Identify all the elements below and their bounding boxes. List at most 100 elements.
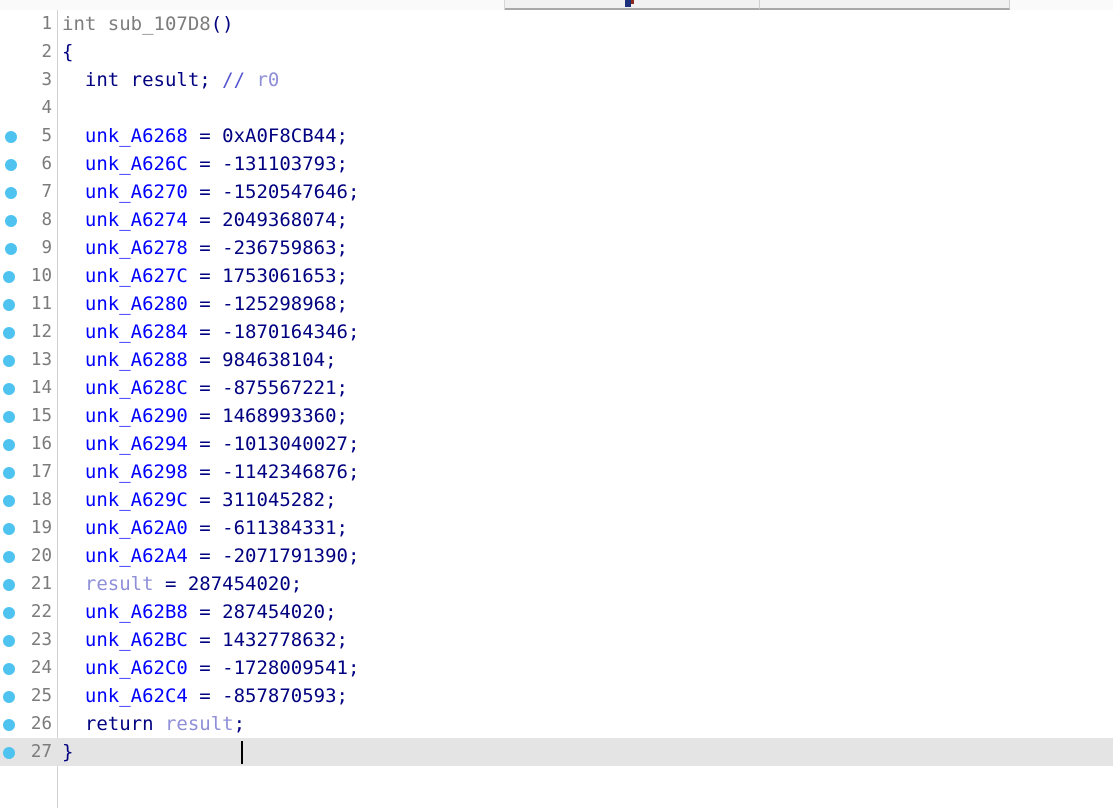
toolbar-panel-center[interactable] bbox=[505, 0, 760, 10]
code-token: = -1142346876; bbox=[188, 461, 360, 483]
code-line-row[interactable]: 26 return result; bbox=[0, 710, 1113, 738]
code-line-row[interactable]: 18 unk_A629C = 311045282; bbox=[0, 486, 1113, 514]
code-line-row[interactable]: 20 unk_A62A4 = -2071791390; bbox=[0, 542, 1113, 570]
code-line-text: unk_A6288 = 984638104; bbox=[62, 346, 337, 374]
toolbar-panel-left[interactable] bbox=[0, 0, 505, 10]
code-line-row[interactable]: 7 unk_A6270 = -1520547646; bbox=[0, 178, 1113, 206]
code-token: r0 bbox=[256, 69, 279, 91]
code-token: int sub_107D8 bbox=[62, 13, 211, 35]
code-line-text: unk_A62C4 = -857870593; bbox=[62, 682, 348, 710]
code-line-text: unk_A62C0 = -1728009541; bbox=[62, 654, 359, 682]
code-line-row[interactable]: 13 unk_A6288 = 984638104; bbox=[0, 346, 1113, 374]
line-number: 20 bbox=[0, 542, 52, 570]
code-token: unk_A6294 bbox=[85, 433, 188, 455]
code-line-row[interactable]: 23 unk_A62BC = 1432778632; bbox=[0, 626, 1113, 654]
code-token: = -236759863; bbox=[188, 237, 348, 259]
code-line-row[interactable]: 10 unk_A627C = 1753061653; bbox=[0, 262, 1113, 290]
code-line-row[interactable]: 17 unk_A6298 = -1142346876; bbox=[0, 458, 1113, 486]
line-number: 27 bbox=[0, 738, 52, 766]
code-token bbox=[62, 489, 85, 511]
code-token: { bbox=[62, 41, 73, 63]
code-token: = -1013040027; bbox=[188, 433, 360, 455]
code-line-row[interactable]: 27} bbox=[0, 738, 1113, 766]
code-line-row[interactable]: 22 unk_A62B8 = 287454020; bbox=[0, 598, 1113, 626]
code-line-row[interactable]: 21 result = 287454020; bbox=[0, 570, 1113, 598]
code-token: = -1520547646; bbox=[188, 181, 360, 203]
code-line-row[interactable]: 25 unk_A62C4 = -857870593; bbox=[0, 682, 1113, 710]
code-line-row[interactable]: 16 unk_A6294 = -1013040027; bbox=[0, 430, 1113, 458]
code-token: = 287454020; bbox=[154, 573, 303, 595]
line-number: 8 bbox=[0, 206, 52, 234]
toolbar-indicator-accent-icon bbox=[631, 0, 634, 4]
code-token: unk_A62C0 bbox=[85, 657, 188, 679]
code-line-row[interactable]: 6 unk_A626C = -131103793; bbox=[0, 150, 1113, 178]
code-token bbox=[62, 629, 85, 651]
code-token: int result; bbox=[62, 69, 222, 91]
code-token bbox=[62, 153, 85, 175]
line-number: 4 bbox=[0, 94, 52, 122]
code-token: unk_A6280 bbox=[85, 293, 188, 315]
line-number: 23 bbox=[0, 626, 52, 654]
code-token: = -2071791390; bbox=[188, 545, 360, 567]
code-line-row[interactable]: 3 int result; // r0 bbox=[0, 66, 1113, 94]
code-token bbox=[62, 125, 85, 147]
code-line-text: unk_A626C = -131103793; bbox=[62, 150, 348, 178]
code-line-text: unk_A6284 = -1870164346; bbox=[62, 318, 359, 346]
code-line-row[interactable]: 2{ bbox=[0, 38, 1113, 66]
code-token: = 287454020; bbox=[188, 601, 337, 623]
line-number: 15 bbox=[0, 402, 52, 430]
code-token bbox=[62, 573, 85, 595]
code-line-row[interactable]: 14 unk_A628C = -875567221; bbox=[0, 374, 1113, 402]
line-number: 18 bbox=[0, 486, 52, 514]
code-token: unk_A6290 bbox=[85, 405, 188, 427]
line-number: 5 bbox=[0, 122, 52, 150]
code-token: unk_A6278 bbox=[85, 237, 188, 259]
code-line-row[interactable]: 1 int sub_107D8() bbox=[0, 10, 1113, 38]
code-token: = 2049368074; bbox=[188, 209, 348, 231]
text-caret bbox=[241, 741, 243, 764]
line-number: 12 bbox=[0, 318, 52, 346]
line-number: 21 bbox=[0, 570, 52, 598]
code-token: = 1468993360; bbox=[188, 405, 348, 427]
code-token bbox=[62, 405, 85, 427]
pseudocode-editor[interactable]: 1 int sub_107D8()2{3 int result; // r045 … bbox=[0, 10, 1113, 808]
code-line-text: int sub_107D8() bbox=[62, 10, 234, 38]
code-token: unk_A628C bbox=[85, 377, 188, 399]
code-token bbox=[62, 657, 85, 679]
code-line-row[interactable]: 11 unk_A6280 = -125298968; bbox=[0, 290, 1113, 318]
code-token: = -1870164346; bbox=[188, 321, 360, 343]
code-line-text: unk_A6290 = 1468993360; bbox=[62, 402, 348, 430]
code-token: unk_A6284 bbox=[85, 321, 188, 343]
code-token: unk_A629C bbox=[85, 489, 188, 511]
code-line-row[interactable]: 5 unk_A6268 = 0xA0F8CB44; bbox=[0, 122, 1113, 150]
code-line-row[interactable]: 8 unk_A6274 = 2049368074; bbox=[0, 206, 1113, 234]
code-line-row[interactable]: 9 unk_A6278 = -236759863; bbox=[0, 234, 1113, 262]
code-line-list: 1 int sub_107D8()2{3 int result; // r045 … bbox=[0, 10, 1113, 766]
line-number: 11 bbox=[0, 290, 52, 318]
code-token: = -857870593; bbox=[188, 685, 348, 707]
code-token bbox=[62, 181, 85, 203]
code-token bbox=[62, 237, 85, 259]
code-token: = 0xA0F8CB44; bbox=[188, 125, 348, 147]
line-number: 19 bbox=[0, 514, 52, 542]
code-line-row[interactable]: 12 unk_A6284 = -1870164346; bbox=[0, 318, 1113, 346]
line-number: 1 bbox=[0, 10, 52, 38]
toolbar-panel-right[interactable] bbox=[760, 0, 1010, 10]
code-token bbox=[62, 321, 85, 343]
code-token bbox=[62, 685, 85, 707]
code-line-row[interactable]: 24 unk_A62C0 = -1728009541; bbox=[0, 654, 1113, 682]
code-token: = 1432778632; bbox=[188, 629, 348, 651]
code-line-row[interactable]: 19 unk_A62A0 = -611384331; bbox=[0, 514, 1113, 542]
code-token: unk_A6288 bbox=[85, 349, 188, 371]
toolbar-panel-far-right[interactable] bbox=[1010, 0, 1113, 10]
code-token: = 984638104; bbox=[188, 349, 337, 371]
line-number: 16 bbox=[0, 430, 52, 458]
line-number: 22 bbox=[0, 598, 52, 626]
code-token: unk_A62B8 bbox=[85, 601, 188, 623]
code-line-text: unk_A62B8 = 287454020; bbox=[62, 598, 337, 626]
line-number: 14 bbox=[0, 374, 52, 402]
code-token bbox=[62, 601, 85, 623]
code-line-row[interactable]: 4 bbox=[0, 94, 1113, 122]
code-token bbox=[62, 293, 85, 315]
code-line-row[interactable]: 15 unk_A6290 = 1468993360; bbox=[0, 402, 1113, 430]
